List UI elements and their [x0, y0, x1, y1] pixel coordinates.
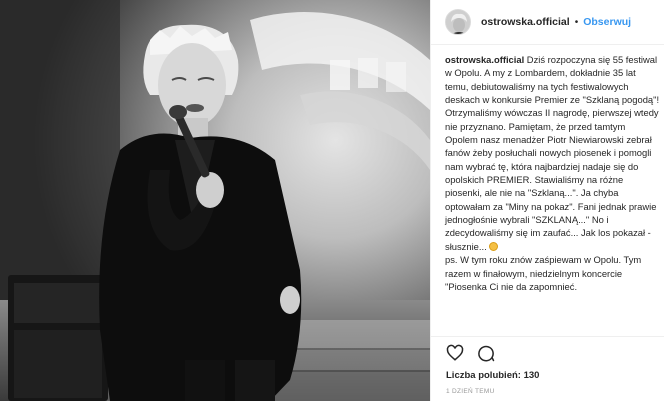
post-author-username[interactable]: ostrowska.official	[481, 16, 570, 28]
post-actions	[431, 336, 664, 366]
heart-icon[interactable]	[446, 344, 464, 362]
caption-text-ps: ps. W tym roku znów zaśpiewam w Opolu. T…	[445, 254, 642, 292]
likes-label: Liczba polubień:	[446, 370, 521, 381]
caption-username[interactable]: ostrowska.official	[445, 54, 524, 65]
profile-avatar-icon[interactable]	[445, 9, 471, 35]
post-side-panel: ostrowska.official • Obserwuj ostrowska.…	[430, 0, 664, 401]
post-header: ostrowska.official • Obserwuj	[431, 0, 664, 45]
post-photo[interactable]	[0, 0, 430, 401]
caption-text: Dziś rozpoczyna się 55 festiwal w Opolu.…	[445, 54, 660, 252]
header-separator: •	[574, 16, 579, 28]
likes-summary[interactable]: Liczba polubień: 130	[446, 370, 539, 381]
concert-singer-photo-icon	[0, 0, 430, 401]
smiling-face-emoji-icon	[489, 241, 499, 251]
post-caption: ostrowska.official Dziś rozpoczyna się 5…	[445, 53, 660, 293]
likes-count: 130	[523, 370, 540, 381]
post-timestamp[interactable]: 1 DZIEŃ TEMU	[446, 388, 495, 395]
comment-icon[interactable]	[477, 344, 495, 362]
follow-button[interactable]: Obserwuj	[583, 16, 631, 28]
